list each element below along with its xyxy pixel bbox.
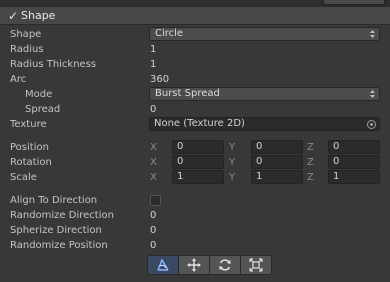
module-header[interactable]: ✓ Shape: [0, 6, 390, 25]
shape-row: Shape Circle: [0, 27, 390, 42]
rotate-tool-button[interactable]: [209, 255, 241, 275]
position-z-field[interactable]: 0: [328, 140, 380, 154]
scale-z-field[interactable]: 1: [328, 170, 380, 184]
scale-y-field[interactable]: 1: [251, 170, 303, 184]
spherize-direction-field[interactable]: 0: [150, 224, 156, 237]
position-y-label[interactable]: Y: [229, 141, 235, 154]
edit-shape-icon: [157, 258, 169, 271]
rotation-x-field[interactable]: 0: [172, 155, 224, 169]
rotation-y-label[interactable]: Y: [229, 156, 235, 169]
randomize-direction-field[interactable]: 0: [150, 209, 156, 222]
mode-dropdown-value: Burst Spread: [155, 88, 220, 99]
mode-dropdown[interactable]: Burst Spread: [149, 87, 380, 101]
align-to-direction-checkbox[interactable]: [150, 195, 161, 206]
scale-x-label[interactable]: X: [150, 171, 157, 184]
radius-label[interactable]: Radius: [10, 43, 44, 56]
rotation-z-field[interactable]: 0: [328, 155, 380, 169]
radius-thickness-field[interactable]: 1: [150, 58, 156, 71]
texture-object-field[interactable]: None (Texture 2D): [149, 117, 380, 131]
rotation-row: Rotation X 0 Y 0 Z 0: [0, 155, 390, 170]
position-x-label[interactable]: X: [150, 141, 157, 154]
module-title: Shape: [21, 9, 56, 22]
texture-label: Texture: [10, 119, 47, 130]
arc-row: Arc 360: [0, 72, 390, 87]
radius-row: Radius 1: [0, 42, 390, 57]
texture-row: Texture None (Texture 2D): [0, 117, 390, 132]
scale-y-label[interactable]: Y: [229, 171, 235, 184]
radius-field[interactable]: 1: [150, 43, 156, 56]
edit-shape-button[interactable]: [147, 255, 179, 275]
position-x-field[interactable]: 0: [172, 140, 224, 154]
rotate-icon: [219, 259, 231, 271]
spread-label[interactable]: Spread: [25, 103, 60, 116]
top-tab[interactable]: [323, 0, 385, 5]
shape-dropdown[interactable]: Circle: [149, 27, 380, 41]
scale-x-field[interactable]: 1: [172, 170, 224, 184]
arc-field[interactable]: 360: [150, 73, 169, 86]
rotation-y-field[interactable]: 0: [251, 155, 303, 169]
arc-label[interactable]: Arc: [10, 73, 26, 86]
rotation-x-label[interactable]: X: [150, 156, 157, 169]
scale-label: Scale: [10, 172, 37, 183]
randomize-direction-row: Randomize Direction 0: [0, 208, 390, 223]
radius-thickness-row: Radius Thickness 1: [0, 57, 390, 72]
spherize-direction-row: Spherize Direction 0: [0, 223, 390, 238]
move-tool-button[interactable]: [178, 255, 210, 275]
shape-dropdown-value: Circle: [155, 28, 184, 39]
randomize-position-label[interactable]: Randomize Position: [10, 239, 108, 252]
spread-field[interactable]: 0: [150, 103, 156, 116]
mode-row: Mode Burst Spread: [0, 87, 390, 102]
dropdown-arrows-icon: [370, 90, 375, 98]
scale-z-label[interactable]: Z: [307, 171, 314, 184]
spherize-direction-label[interactable]: Spherize Direction: [10, 224, 102, 237]
scale-tool-button[interactable]: [240, 255, 272, 275]
rotation-z-label[interactable]: Z: [307, 156, 314, 169]
randomize-position-field[interactable]: 0: [150, 239, 156, 252]
module-enabled-checkmark-icon[interactable]: ✓: [8, 9, 20, 23]
randomize-position-row: Randomize Position 0: [0, 238, 390, 253]
move-icon: [187, 258, 201, 272]
rotation-label: Rotation: [10, 157, 52, 168]
randomize-direction-label[interactable]: Randomize Direction: [10, 209, 114, 222]
align-to-direction-row: Align To Direction: [0, 193, 390, 208]
align-to-direction-label: Align To Direction: [10, 195, 98, 206]
position-y-field[interactable]: 0: [251, 140, 303, 154]
shape-label: Shape: [10, 29, 42, 40]
position-row: Position X 0 Y 0 Z 0: [0, 140, 390, 155]
shape-tools-toolbar: [147, 255, 275, 275]
scale-icon: [249, 258, 263, 272]
position-label: Position: [10, 142, 49, 153]
texture-field-value: None (Texture 2D): [154, 118, 245, 129]
mode-label: Mode: [25, 89, 53, 100]
dropdown-arrows-icon: [370, 30, 375, 38]
position-z-label[interactable]: Z: [307, 141, 314, 154]
radius-thickness-label[interactable]: Radius Thickness: [10, 58, 96, 71]
object-picker-icon[interactable]: [367, 120, 376, 129]
spread-row: Spread 0: [0, 102, 390, 117]
scale-row: Scale X 1 Y 1 Z 1: [0, 170, 390, 185]
